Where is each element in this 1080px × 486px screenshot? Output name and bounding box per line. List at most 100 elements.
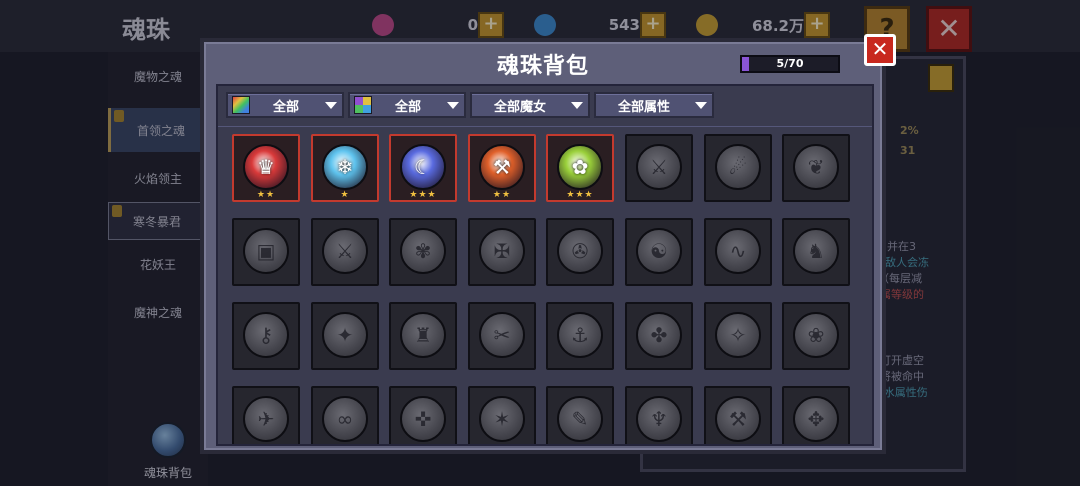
bead-glyph: ✧ bbox=[729, 323, 747, 347]
creature-silhouette-icon: ✾ bbox=[400, 228, 446, 274]
clover-silhouette-icon: ✤ bbox=[636, 312, 682, 358]
empty-bead-slot[interactable]: ⚔ bbox=[311, 218, 379, 286]
runner-silhouette-icon: ✶ bbox=[479, 396, 525, 442]
empty-bead-slot[interactable]: ✤ bbox=[625, 302, 693, 370]
empty-bead-slot[interactable]: ♆ bbox=[625, 386, 693, 444]
capacity-bar: 5/70 bbox=[740, 55, 840, 73]
close-button[interactable]: ✕ bbox=[864, 34, 896, 66]
empty-bead-slot[interactable]: ⚷ bbox=[232, 302, 300, 370]
book-silhouette-icon: ▣ bbox=[243, 228, 289, 274]
bead-glyph: ✥ bbox=[807, 407, 825, 431]
hammer-silhouette-icon: ⚒ bbox=[715, 396, 761, 442]
soul-bead-slot[interactable]: ❄ ★ bbox=[311, 134, 379, 202]
bead-glyph: ⚒ bbox=[729, 407, 747, 431]
soul-bead-slot[interactable]: ⚒ ★★ bbox=[468, 134, 536, 202]
star-rating: ★★★ bbox=[566, 190, 594, 200]
empty-bead-slot[interactable]: ✶ bbox=[468, 386, 536, 444]
claw-silhouette-icon: ☄ bbox=[715, 144, 761, 190]
bead-glyph: ⚒ bbox=[493, 155, 511, 179]
bead-glyph: ✠ bbox=[493, 239, 511, 263]
category-filter-dropdown[interactable]: 全部 bbox=[348, 92, 466, 118]
bead-glyph: ☾ bbox=[414, 155, 432, 179]
witch-filter-dropdown[interactable]: 全部魔女 bbox=[470, 92, 590, 118]
empty-bead-slot[interactable]: ✦ bbox=[311, 302, 379, 370]
chevron-down-icon bbox=[571, 102, 583, 109]
filter-label: 全部魔女 bbox=[493, 99, 546, 115]
axe-silhouette-icon: ⚔ bbox=[636, 144, 682, 190]
bird-silhouette-icon: ✈ bbox=[243, 396, 289, 442]
empty-bead-slot[interactable]: ✠ bbox=[468, 218, 536, 286]
bead-glyph: ⚷ bbox=[258, 323, 274, 347]
empty-bead-slot[interactable]: ☯ bbox=[625, 218, 693, 286]
dagger-silhouette-icon: ✂ bbox=[479, 312, 525, 358]
mask-silhouette-icon: ✥ bbox=[793, 396, 839, 442]
wave-orb-icon: ☾ bbox=[400, 144, 446, 190]
bead-glyph: ♆ bbox=[650, 407, 668, 431]
star-rating: ★ bbox=[340, 190, 350, 200]
bead-glyph: ❄ bbox=[336, 155, 354, 179]
bead-glyph: ✾ bbox=[414, 239, 432, 263]
drill-silhouette-icon: ✦ bbox=[322, 312, 368, 358]
empty-bead-slot[interactable]: ∞ bbox=[311, 386, 379, 444]
rarity-filter-dropdown[interactable]: 全部 bbox=[226, 92, 344, 118]
bag-content: 全部 全部 全部魔女 全部属性 ♛ ★★ ❄ ★ ☾ ★★★ ⚒ ★★ ✿ ★★★ ⚔ ☄ ❦ ▣ ⚔ ✾ ✠ ✇… bbox=[216, 84, 874, 446]
bead-glyph: ∞ bbox=[336, 407, 354, 431]
empty-bead-slot[interactable]: ✾ bbox=[389, 218, 457, 286]
bead-glyph: ✎ bbox=[571, 407, 589, 431]
soul-bead-slot[interactable]: ✿ ★★★ bbox=[546, 134, 614, 202]
empty-bead-slot[interactable]: ⚒ bbox=[704, 386, 772, 444]
chain-silhouette-icon: ∞ bbox=[322, 396, 368, 442]
bead-glyph: ✇ bbox=[571, 239, 589, 263]
key-silhouette-icon: ⚷ bbox=[243, 312, 289, 358]
empty-bead-slot[interactable]: ⚔ bbox=[625, 134, 693, 202]
empty-bead-slot[interactable]: ✜ bbox=[389, 386, 457, 444]
bead-glyph: ✶ bbox=[493, 407, 511, 431]
bead-glyph: ☯ bbox=[650, 239, 668, 263]
bead-glyph: ✜ bbox=[414, 407, 432, 431]
empty-bead-slot[interactable]: ∿ bbox=[704, 218, 772, 286]
soul-bead-bag-dialog: 魂珠背包 5/70 ✕ 全部 全部 全部魔女 全部属性 ♛ ★★ ❄ ★ ☾ ★… bbox=[200, 34, 896, 454]
rainbow-swatch-icon bbox=[232, 96, 250, 114]
staff-silhouette-icon: ✧ bbox=[715, 312, 761, 358]
empty-bead-slot[interactable]: ✈ bbox=[232, 386, 300, 444]
chevron-down-icon bbox=[325, 102, 337, 109]
chevron-down-icon bbox=[695, 102, 707, 109]
star-rating: ★★ bbox=[256, 190, 276, 200]
flower-silhouette-icon: ❀ bbox=[793, 312, 839, 358]
empty-bead-slot[interactable]: ❀ bbox=[782, 302, 850, 370]
bead-glyph: ⚔ bbox=[650, 155, 668, 179]
soul-bead-slot[interactable]: ♛ ★★ bbox=[232, 134, 300, 202]
empty-bead-slot[interactable]: ✧ bbox=[704, 302, 772, 370]
empty-bead-slot[interactable]: ✥ bbox=[782, 386, 850, 444]
flower-orb-icon: ✿ bbox=[557, 144, 603, 190]
capacity-text: 5/70 bbox=[776, 57, 804, 70]
bead-glyph: ✿ bbox=[571, 155, 589, 179]
empty-bead-slot[interactable]: ♜ bbox=[389, 302, 457, 370]
bead-glyph: ⚔ bbox=[336, 239, 354, 263]
chevron-down-icon bbox=[447, 102, 459, 109]
bead-glyph: ✂ bbox=[493, 323, 511, 347]
soul-bead-slot[interactable]: ☾ ★★★ bbox=[389, 134, 457, 202]
bead-glyph: ✤ bbox=[650, 323, 668, 347]
empty-bead-slot[interactable]: ♞ bbox=[782, 218, 850, 286]
beast-silhouette-icon: ☯ bbox=[636, 228, 682, 274]
star-rating: ★★★ bbox=[409, 190, 437, 200]
filter-bar: 全部 全部 全部魔女 全部属性 bbox=[226, 92, 714, 122]
bead-glyph: ⚓ bbox=[571, 323, 589, 347]
bead-glyph: ♜ bbox=[414, 323, 432, 347]
empty-bead-slot[interactable]: ▣ bbox=[232, 218, 300, 286]
bead-glyph: ∿ bbox=[729, 239, 747, 263]
bead-glyph: ❦ bbox=[807, 155, 825, 179]
empty-bead-slot[interactable]: ⚓ bbox=[546, 302, 614, 370]
bead-glyph: ✈ bbox=[257, 407, 275, 431]
star-rating: ★★ bbox=[492, 190, 512, 200]
empty-bead-slot[interactable]: ✎ bbox=[546, 386, 614, 444]
empty-bead-slot[interactable]: ❦ bbox=[782, 134, 850, 202]
empty-bead-slot[interactable]: ✇ bbox=[546, 218, 614, 286]
empty-bead-slot[interactable]: ☄ bbox=[704, 134, 772, 202]
filter-label: 全部属性 bbox=[617, 99, 670, 115]
fire-demon-orb-icon: ♛ bbox=[243, 144, 289, 190]
rune-silhouette-icon: ✠ bbox=[479, 228, 525, 274]
empty-bead-slot[interactable]: ✂ bbox=[468, 302, 536, 370]
attribute-filter-dropdown[interactable]: 全部属性 bbox=[594, 92, 714, 118]
